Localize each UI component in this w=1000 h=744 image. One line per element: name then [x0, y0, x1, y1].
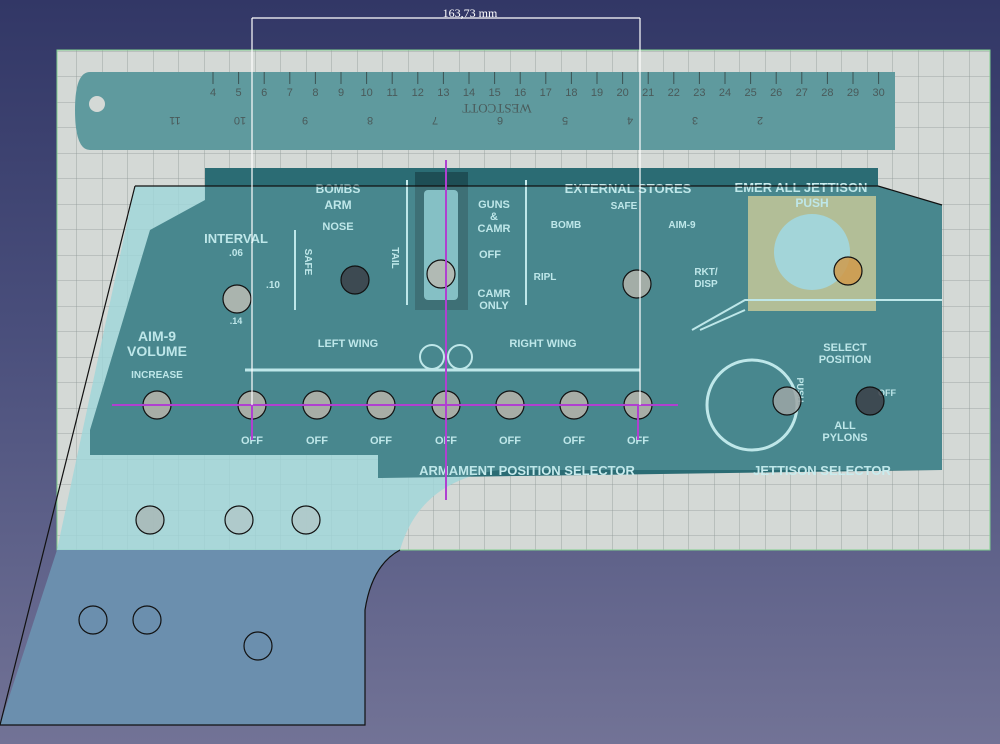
ruler-cm-label: 6 [261, 87, 267, 99]
hole-circle[interactable] [833, 256, 863, 286]
sketch-face-lower [0, 550, 400, 725]
ruler-cm-label: 25 [744, 87, 756, 99]
ruler-inch-label: 10 [234, 114, 246, 126]
ruler-cm-label: 9 [338, 87, 344, 99]
ruler-inch-label: 8 [367, 114, 373, 126]
dimension-label[interactable]: 163,73 mm [443, 6, 498, 20]
ruler-inch-label: 5 [562, 114, 568, 126]
ruler-cm-label: 17 [540, 87, 552, 99]
hole-circle[interactable] [291, 505, 321, 535]
ruler-inch-label: 11 [169, 114, 180, 126]
ruler-cm-label: 22 [668, 87, 680, 99]
ruler-cm-label: 19 [591, 87, 603, 99]
hole-circle[interactable] [135, 505, 165, 535]
hole-circle[interactable] [224, 505, 254, 535]
ruler-inch-label: 2 [757, 114, 763, 126]
ruler-cm-label: 29 [847, 87, 859, 99]
hole-circle[interactable] [78, 605, 108, 635]
ruler-cm-label: 12 [412, 87, 424, 99]
ruler-cm-label: 27 [796, 87, 808, 99]
hole-circle[interactable] [426, 259, 456, 289]
ruler-cm-label: 8 [312, 87, 318, 99]
hole-circle[interactable] [622, 269, 652, 299]
hole-circle[interactable] [855, 386, 885, 416]
ruler-cm-label: 26 [770, 87, 782, 99]
ruler-inch-label: 6 [497, 114, 503, 126]
ruler-cm-label: 16 [514, 87, 526, 99]
ruler-inch-label: 4 [627, 114, 633, 126]
ruler-cm-label: 24 [719, 87, 731, 99]
ruler-cm-label: 5 [236, 87, 242, 99]
ruler-cm-label: 23 [693, 87, 705, 99]
ruler-cm-label: 7 [287, 87, 293, 99]
sketch-viewport[interactable]: 4 5 6 7 8 9 10 11 12 13 14 15 16 17 18 19 20 21 22 23 24 25 26… [0, 0, 1000, 744]
ruler-inch-label: 7 [432, 114, 438, 126]
hole-circle[interactable] [772, 386, 802, 416]
ruler-cm-label: 10 [360, 87, 372, 99]
hole-circle[interactable] [132, 605, 162, 635]
ruler-cm-label: 21 [642, 87, 654, 99]
hole-circle[interactable] [243, 631, 273, 661]
ruler-cm-label: 13 [437, 87, 449, 99]
ruler-cm-label: 4 [210, 87, 216, 99]
ruler-cm-label: 14 [463, 87, 475, 99]
ruler-cm-label: 20 [616, 87, 628, 99]
ruler-cm-label: 30 [872, 87, 884, 99]
ruler-brand: WESTCOTT [462, 101, 531, 116]
hole-circle[interactable] [340, 265, 370, 295]
ruler-cm-label: 11 [386, 87, 397, 99]
ruler: 4 5 6 7 8 9 10 11 12 13 14 15 16 17 18 19 20 21 22 23 24 25 26… [75, 72, 895, 150]
ruler-inch-label: 3 [692, 114, 698, 126]
ruler-inch-label: 9 [302, 114, 308, 126]
hole-circle[interactable] [222, 284, 252, 314]
ruler-cm-label: 18 [565, 87, 577, 99]
ruler-cm-label: 15 [488, 87, 500, 99]
ruler-cm-label: 28 [821, 87, 833, 99]
